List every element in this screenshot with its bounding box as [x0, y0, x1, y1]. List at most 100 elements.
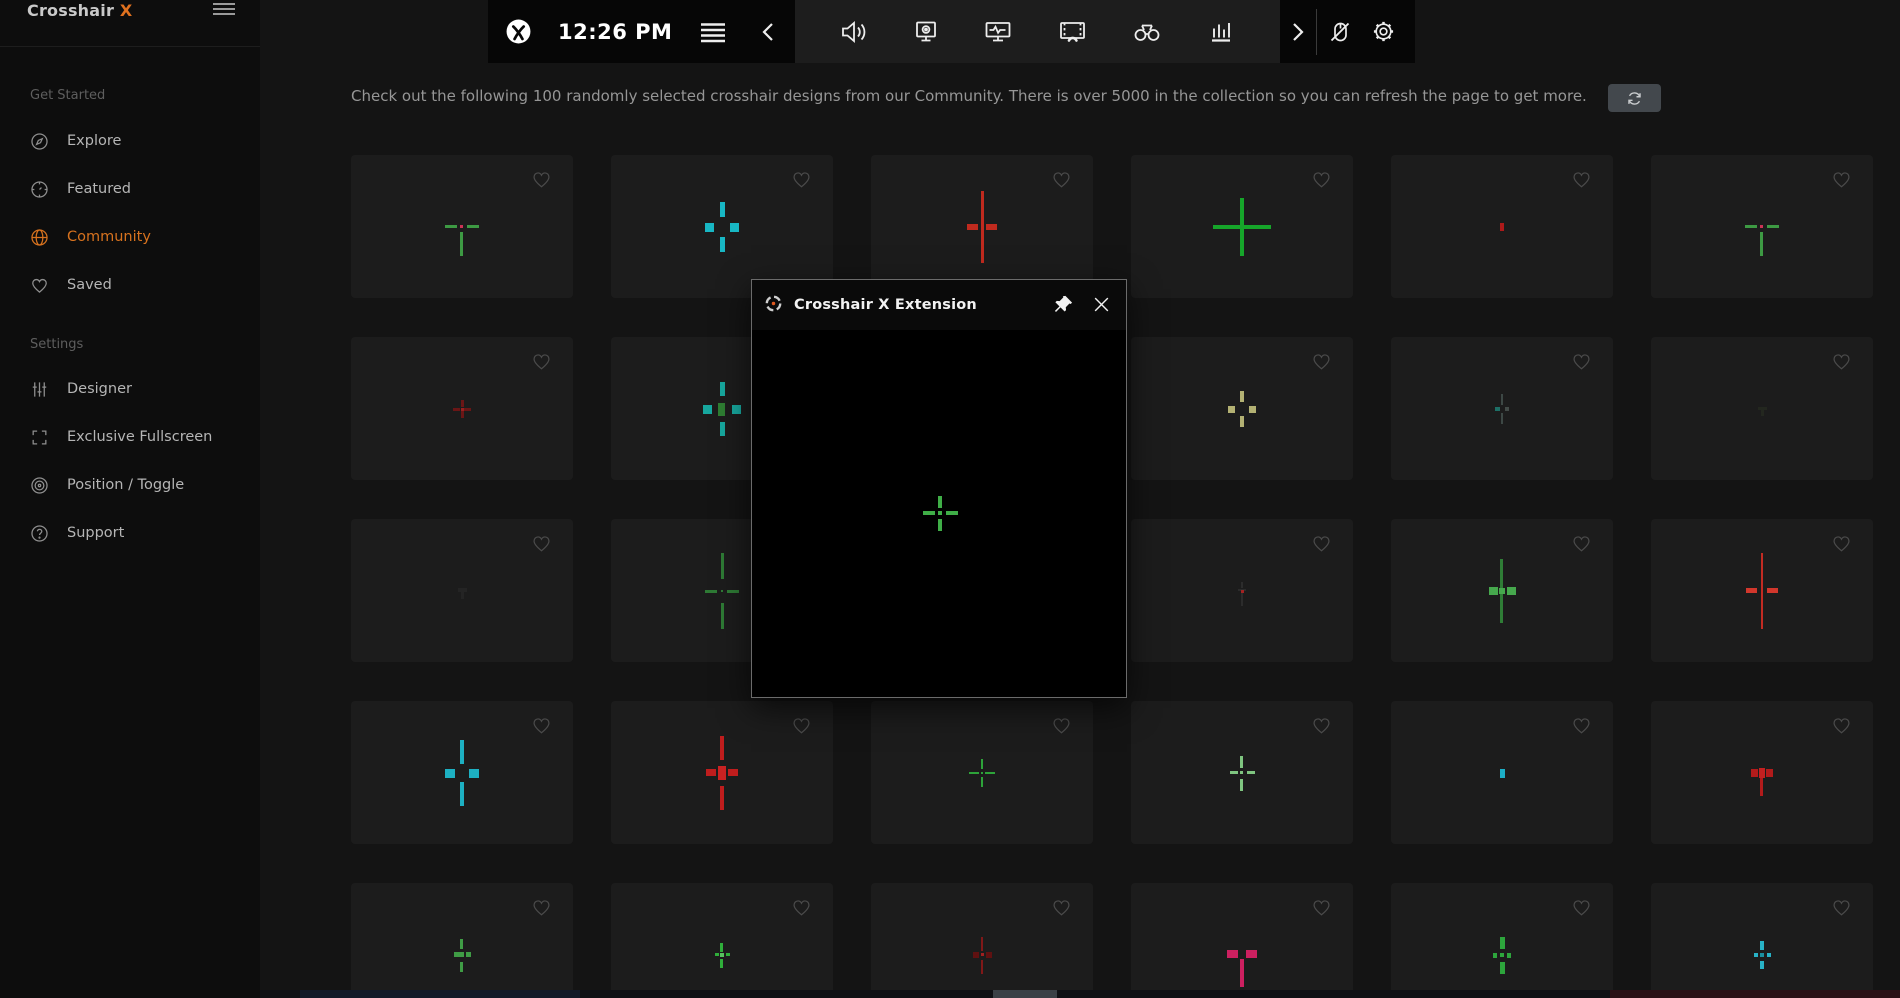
crosshair-glyph-segment — [1227, 950, 1238, 958]
extension-window-titlebar[interactable]: Crosshair X Extension — [752, 280, 1126, 330]
crosshair-glyph-segment — [460, 225, 463, 228]
crosshair-glyph-segment — [946, 511, 958, 515]
crosshair-card[interactable] — [1131, 337, 1353, 480]
favorite-icon[interactable] — [1310, 169, 1333, 190]
favorite-icon[interactable] — [530, 715, 553, 736]
capture-icon[interactable] — [913, 19, 939, 45]
audio-icon[interactable] — [840, 19, 868, 45]
achievements-icon[interactable] — [1207, 19, 1235, 45]
crosshair-glyph-segment — [1500, 223, 1504, 231]
crosshair-card[interactable] — [351, 883, 573, 998]
crosshair-glyph-segment — [460, 939, 463, 949]
favorite-icon[interactable] — [1570, 897, 1593, 918]
sidebar-item-designer[interactable]: Designer — [0, 365, 260, 413]
crosshair-card[interactable] — [1131, 883, 1353, 998]
crosshair-card[interactable] — [1391, 519, 1613, 662]
crosshair-glyph-segment — [1228, 406, 1235, 413]
favorite-icon[interactable] — [1310, 533, 1333, 554]
crosshair-card[interactable] — [611, 701, 833, 844]
crosshair-card[interactable] — [611, 883, 833, 998]
favorite-icon[interactable] — [1830, 351, 1853, 372]
favorite-icon[interactable] — [790, 715, 813, 736]
sidebar-item-featured[interactable]: Featured — [0, 165, 260, 213]
favorite-icon[interactable] — [1830, 897, 1853, 918]
refresh-button[interactable] — [1608, 84, 1661, 112]
sidebar-item-label: Community — [67, 229, 151, 245]
crosshair-glyph-segment — [981, 772, 983, 774]
game-bar-clock: 12:26 PM — [558, 20, 672, 44]
favorite-icon[interactable] — [530, 897, 553, 918]
sidebar-item-support[interactable]: Support — [0, 509, 260, 557]
crosshair-card[interactable] — [1391, 155, 1613, 298]
favorite-icon[interactable] — [1570, 533, 1593, 554]
widget-menu-icon[interactable] — [700, 21, 726, 43]
favorite-icon[interactable] — [1050, 169, 1073, 190]
crosshair-glyph-segment — [1760, 232, 1763, 256]
favorite-icon[interactable] — [1570, 169, 1593, 190]
gallery-icon[interactable] — [1058, 19, 1087, 45]
game-bar-main-section: 12:26 PM — [488, 0, 795, 63]
crosshair-glyph-segment — [1240, 391, 1244, 402]
horizontal-scrollbar-thumb[interactable] — [993, 990, 1057, 998]
crosshair-glyph-segment — [981, 191, 984, 263]
crosshair-x-logo-icon — [764, 294, 783, 317]
favorite-icon[interactable] — [530, 533, 553, 554]
crosshair-card[interactable] — [1651, 519, 1873, 662]
favorite-icon[interactable] — [1310, 715, 1333, 736]
xbox-logo-icon[interactable] — [505, 18, 532, 45]
crosshair-card[interactable] — [1651, 155, 1873, 298]
crosshair-glyph-segment — [718, 403, 725, 416]
crosshair-glyph-segment — [721, 590, 723, 592]
crosshair-card[interactable] — [871, 701, 1093, 844]
app-logo-accent: X — [120, 1, 133, 20]
click-through-disabled-icon[interactable] — [1327, 19, 1353, 45]
crosshair-card[interactable] — [351, 519, 573, 662]
crosshair-card[interactable] — [1651, 883, 1873, 998]
crosshair-glyph-segment — [1500, 953, 1504, 957]
crosshair-card[interactable] — [351, 337, 573, 480]
favorite-icon[interactable] — [790, 169, 813, 190]
hamburger-menu-icon[interactable] — [213, 0, 235, 16]
favorite-icon[interactable] — [1830, 533, 1853, 554]
sidebar-item-community[interactable]: Community — [0, 213, 260, 261]
favorite-icon[interactable] — [1050, 715, 1073, 736]
favorite-icon[interactable] — [1310, 897, 1333, 918]
crosshair-card[interactable] — [351, 701, 573, 844]
performance-icon[interactable] — [984, 19, 1012, 45]
collapse-left-icon[interactable] — [762, 22, 774, 42]
crosshair-card[interactable] — [1131, 155, 1353, 298]
crosshair-x-extension-window: Crosshair X Extension — [751, 279, 1127, 698]
expand-right-icon[interactable] — [1292, 22, 1304, 42]
sidebar-item-position-toggle[interactable]: Position / Toggle — [0, 461, 260, 509]
crosshair-card[interactable] — [871, 155, 1093, 298]
favorite-icon[interactable] — [530, 169, 553, 190]
pin-icon[interactable] — [1053, 294, 1074, 319]
favorite-icon[interactable] — [1570, 715, 1593, 736]
favorite-icon[interactable] — [1830, 715, 1853, 736]
favorite-icon[interactable] — [1830, 169, 1853, 190]
sidebar-item-explore[interactable]: Explore — [0, 117, 260, 165]
crosshair-card[interactable] — [1391, 701, 1613, 844]
sidebar-item-saved[interactable]: Saved — [0, 261, 260, 309]
favorite-icon[interactable] — [1310, 351, 1333, 372]
crosshair-card[interactable] — [611, 155, 833, 298]
crosshair-card[interactable] — [871, 883, 1093, 998]
crosshair-card[interactable] — [1391, 883, 1613, 998]
crosshair-glyph-segment — [728, 769, 738, 776]
crosshair-card[interactable] — [1131, 701, 1353, 844]
crosshair-card[interactable] — [1651, 337, 1873, 480]
crosshair-card[interactable] — [1391, 337, 1613, 480]
looking-for-group-icon[interactable] — [1132, 20, 1162, 44]
favorite-icon[interactable] — [1570, 351, 1593, 372]
crosshair-card[interactable] — [1651, 701, 1873, 844]
close-icon[interactable] — [1092, 295, 1111, 318]
settings-gear-icon[interactable] — [1371, 19, 1396, 44]
favorite-icon[interactable] — [1050, 897, 1073, 918]
favorite-icon[interactable] — [790, 897, 813, 918]
crosshair-glyph-segment — [721, 603, 724, 629]
sidebar-item-exclusive-fullscreen[interactable]: Exclusive Fullscreen — [0, 413, 260, 461]
crosshair-card[interactable] — [351, 155, 573, 298]
favorite-icon[interactable] — [530, 351, 553, 372]
crosshair-card[interactable] — [1131, 519, 1353, 662]
crosshair-glyph-segment — [720, 382, 725, 396]
